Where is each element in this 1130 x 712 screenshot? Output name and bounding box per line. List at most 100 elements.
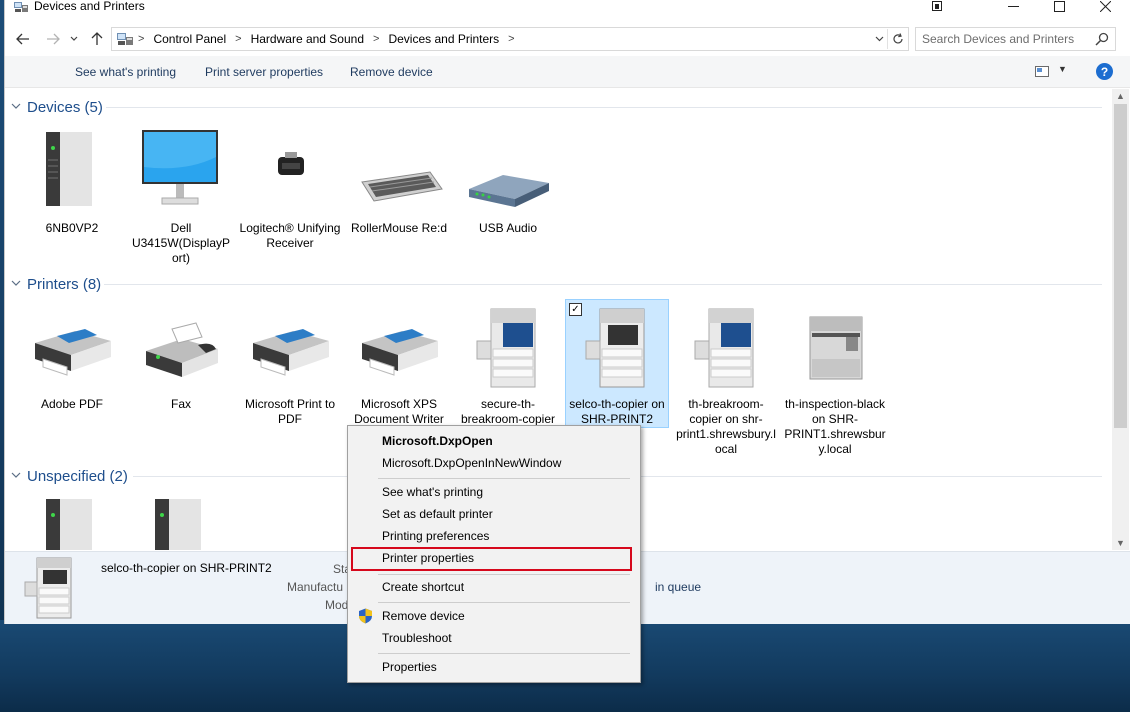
change-view-icon[interactable] (1035, 66, 1049, 77)
printer-item-selco-th-copier[interactable]: ✓ selco-th-copier on SHR-PRINT2 (565, 299, 669, 428)
device-item-6nb0vp2[interactable]: 6NB0VP2 (20, 127, 124, 236)
context-menu: Microsoft.DxpOpen Microsoft.DxpOpenInNew… (347, 425, 641, 683)
details-queue-text: in queue (655, 580, 702, 594)
back-arrow-icon[interactable] (13, 28, 33, 50)
chevron-right-icon[interactable]: > (138, 33, 144, 45)
printer-item-secure-th-breakroom-copier[interactable]: secure-th-breakroom-copier on (456, 303, 560, 442)
window-title: Devices and Printers (34, 0, 145, 13)
menu-separator (378, 602, 630, 603)
monitor-icon (136, 127, 226, 217)
device-label: USB Audio (478, 221, 538, 235)
group-divider (106, 107, 1102, 108)
device-item-rollermouse[interactable]: RollerMouse Re:d (347, 127, 451, 236)
chevron-down-icon[interactable] (872, 29, 886, 49)
unspecified-item[interactable] (20, 494, 124, 550)
control-panel-icon (117, 33, 133, 45)
printer-label: Adobe PDF (40, 397, 104, 411)
scroll-thumb[interactable] (1114, 104, 1127, 428)
printer-label: selco-th-copier on SHR-PRINT2 (569, 397, 665, 426)
printer-icon (245, 303, 335, 393)
search-input[interactable] (922, 30, 1092, 48)
chevron-down-icon[interactable] (11, 470, 25, 482)
menu-separator (378, 653, 630, 654)
details-model-label: Mod (325, 598, 349, 612)
menu-item-properties[interactable]: Properties (348, 656, 640, 678)
printer-item-th-inspection-black[interactable]: th-inspection-black on SHR-PRINT1.shrews… (783, 303, 887, 457)
breadcrumb-hardware-and-sound[interactable]: Hardware and Sound (251, 32, 364, 46)
printer-item-microsoft-print-to-pdf[interactable]: Microsoft Print to PDF (238, 303, 342, 427)
breadcrumb-control-panel[interactable]: Control Panel (153, 32, 226, 46)
shield-icon (359, 608, 372, 624)
menu-item-create-shortcut[interactable]: Create shortcut (348, 576, 640, 598)
menu-item-dxp-open-new-window[interactable]: Microsoft.DxpOpenInNewWindow (348, 452, 640, 474)
breadcrumb: > Control Panel > Hardware and Sound > D… (138, 28, 524, 50)
server-icon (136, 494, 226, 550)
vertical-scrollbar[interactable]: ▲ ▼ (1112, 89, 1129, 550)
menu-item-printing-preferences[interactable]: Printing preferences (348, 525, 640, 547)
search-box[interactable] (915, 27, 1116, 51)
scroll-down-arrow-icon[interactable]: ▼ (1112, 536, 1129, 550)
printer-item-microsoft-xps[interactable]: Microsoft XPS Document Writer (347, 303, 451, 427)
laser-printer-icon (790, 303, 880, 393)
audio-device-icon (463, 127, 553, 217)
chevron-right-icon[interactable]: > (508, 33, 514, 45)
printer-item-th-breakroom-copier[interactable]: th-breakroom-copier on shr-print1.shrews… (674, 303, 778, 457)
view-dropdown-arrow-icon[interactable]: ▼ (1058, 64, 1067, 74)
menu-item-remove-device[interactable]: Remove device (348, 605, 640, 627)
chevron-down-icon[interactable] (11, 101, 25, 113)
title-bar: Devices and Printers (5, 0, 1130, 14)
printer-item-adobe-pdf[interactable]: Adobe PDF (20, 303, 124, 412)
details-device-name: selco-th-copier on SHR-PRINT2 (101, 561, 272, 575)
recent-locations-chevron-icon[interactable] (67, 28, 81, 50)
remove-device-button[interactable]: Remove device (350, 65, 433, 79)
device-label: Dell U3415W(DisplayPort) (131, 221, 231, 265)
device-item-logitech-receiver[interactable]: Logitech® Unifying Receiver (238, 127, 342, 251)
printer-label: Fax (170, 397, 191, 411)
copier-icon (681, 303, 771, 393)
scroll-up-arrow-icon[interactable]: ▲ (1112, 89, 1129, 103)
maximize-button[interactable] (1036, 0, 1082, 14)
unspecified-item[interactable] (129, 494, 233, 550)
device-label: 6NB0VP2 (45, 221, 99, 235)
refresh-icon[interactable] (887, 29, 907, 49)
copier-icon (463, 303, 553, 393)
chevron-down-icon[interactable] (11, 278, 25, 290)
group-header-printers[interactable]: Printers (8) (11, 274, 101, 294)
group-title-devices: Devices (5) (27, 98, 103, 116)
breadcrumb-devices-and-printers[interactable]: Devices and Printers (388, 32, 499, 46)
address-bar[interactable]: > Control Panel > Hardware and Sound > D… (111, 27, 909, 51)
details-manufacturer-label: Manufactu (287, 580, 344, 594)
chevron-right-icon[interactable]: > (373, 33, 379, 45)
printer-label: Microsoft Print to PDF (244, 397, 336, 426)
up-arrow-icon[interactable] (87, 28, 107, 50)
server-icon (27, 494, 117, 550)
search-icon[interactable] (1095, 32, 1109, 46)
menu-item-set-default-printer[interactable]: Set as default printer (348, 503, 640, 525)
fax-icon (136, 303, 226, 393)
device-item-usb-audio[interactable]: USB Audio (456, 127, 560, 236)
printer-item-fax[interactable]: Fax (129, 303, 233, 412)
group-header-devices[interactable]: Devices (5) (11, 97, 103, 117)
minimize-button[interactable] (990, 0, 1036, 14)
device-item-dell-monitor[interactable]: Dell U3415W(DisplayPort) (129, 127, 233, 266)
address-row: > Control Panel > Hardware and Sound > D… (5, 26, 1130, 52)
menu-item-see-whats-printing[interactable]: See what's printing (348, 481, 640, 503)
highlight-box (351, 547, 632, 571)
see-whats-printing-button[interactable]: See what's printing (75, 65, 176, 79)
group-header-unspecified[interactable]: Unspecified (2) (11, 466, 128, 486)
chevron-right-icon[interactable]: > (235, 33, 241, 45)
forward-arrow-icon[interactable] (43, 28, 63, 50)
usb-receiver-icon (245, 127, 335, 217)
menu-item-dxp-open[interactable]: Microsoft.DxpOpen (348, 430, 640, 452)
printer-icon (354, 303, 444, 393)
close-button[interactable] (1082, 0, 1128, 14)
menu-item-troubleshoot[interactable]: Troubleshoot (348, 627, 640, 649)
devices-printers-icon (14, 2, 28, 12)
printer-label: Microsoft XPS Document Writer (354, 397, 444, 426)
help-icon[interactable]: ? (1096, 63, 1113, 80)
command-bar: See what's printing Print server propert… (5, 56, 1130, 88)
print-server-properties-button[interactable]: Print server properties (205, 65, 323, 79)
device-label: Logitech® Unifying Receiver (239, 221, 341, 250)
group-title-printers: Printers (8) (27, 275, 102, 293)
snap-icon[interactable] (914, 0, 960, 14)
